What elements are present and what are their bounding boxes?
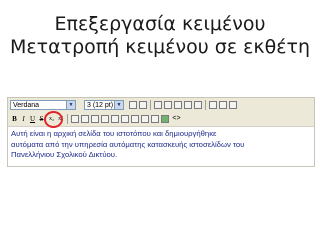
horizontal-rule-icon[interactable] (151, 115, 159, 123)
undo-icon[interactable] (101, 115, 109, 123)
image-icon[interactable] (219, 101, 227, 109)
italic-button[interactable]: I (19, 115, 28, 124)
content-line: Αυτή είναι η αρχική σελίδα του ιστοτόπου… (11, 129, 217, 138)
slide-subtitle: Μετατροπή κειμένου σε εκθέτη (10, 36, 310, 58)
align-left-icon[interactable] (154, 101, 162, 109)
slide-title: Επεξεργασία κειμένου (54, 13, 266, 35)
font-family-select[interactable]: Verdana ▼ (10, 100, 76, 110)
indent-icon[interactable] (121, 115, 129, 123)
special-char-icon[interactable] (161, 115, 169, 123)
bold-button[interactable]: B (10, 115, 19, 124)
highlight-color-icon[interactable] (139, 101, 147, 109)
align-center-icon[interactable] (164, 101, 172, 109)
outdent-icon[interactable] (131, 115, 139, 123)
toolbar-divider (205, 100, 206, 110)
redo-icon[interactable] (111, 115, 119, 123)
content-line: Πανελλήνιου Σχολικού Δικτύου. (11, 150, 118, 159)
toolbar-divider (67, 114, 68, 124)
html-source-button[interactable]: <> (172, 115, 181, 124)
font-size-select[interactable]: 3 (12 pt) ▼ (84, 100, 124, 110)
table-icon[interactable] (229, 101, 237, 109)
superscript-highlight-circle (44, 111, 63, 128)
toolbar-divider (150, 100, 151, 110)
spellcheck-icon[interactable] (141, 115, 149, 123)
chevron-down-icon[interactable]: ▼ (66, 101, 75, 109)
underline-button[interactable]: U (28, 115, 37, 124)
editor-content[interactable]: Αυτή είναι η αρχική σελίδα του ιστοτόπου… (11, 129, 311, 161)
align-right-icon[interactable] (174, 101, 182, 109)
copy-icon[interactable] (81, 115, 89, 123)
chevron-down-icon[interactable]: ▼ (114, 101, 123, 109)
font-size-value: 3 (12 pt) (87, 102, 114, 109)
numbered-list-icon[interactable] (194, 101, 202, 109)
content-line: αυτόματα από την υπηρεσία αυτόματης κατα… (11, 139, 245, 149)
text-color-icon[interactable] (129, 101, 137, 109)
font-family-value: Verdana (13, 102, 40, 109)
cut-icon[interactable] (71, 115, 79, 123)
bullet-list-icon[interactable] (184, 101, 192, 109)
rich-text-editor: Verdana ▼ 3 (12 pt) ▼ B I U S x₂ x² <> Α… (7, 97, 315, 167)
link-icon[interactable] (209, 101, 217, 109)
paste-icon[interactable] (91, 115, 99, 123)
